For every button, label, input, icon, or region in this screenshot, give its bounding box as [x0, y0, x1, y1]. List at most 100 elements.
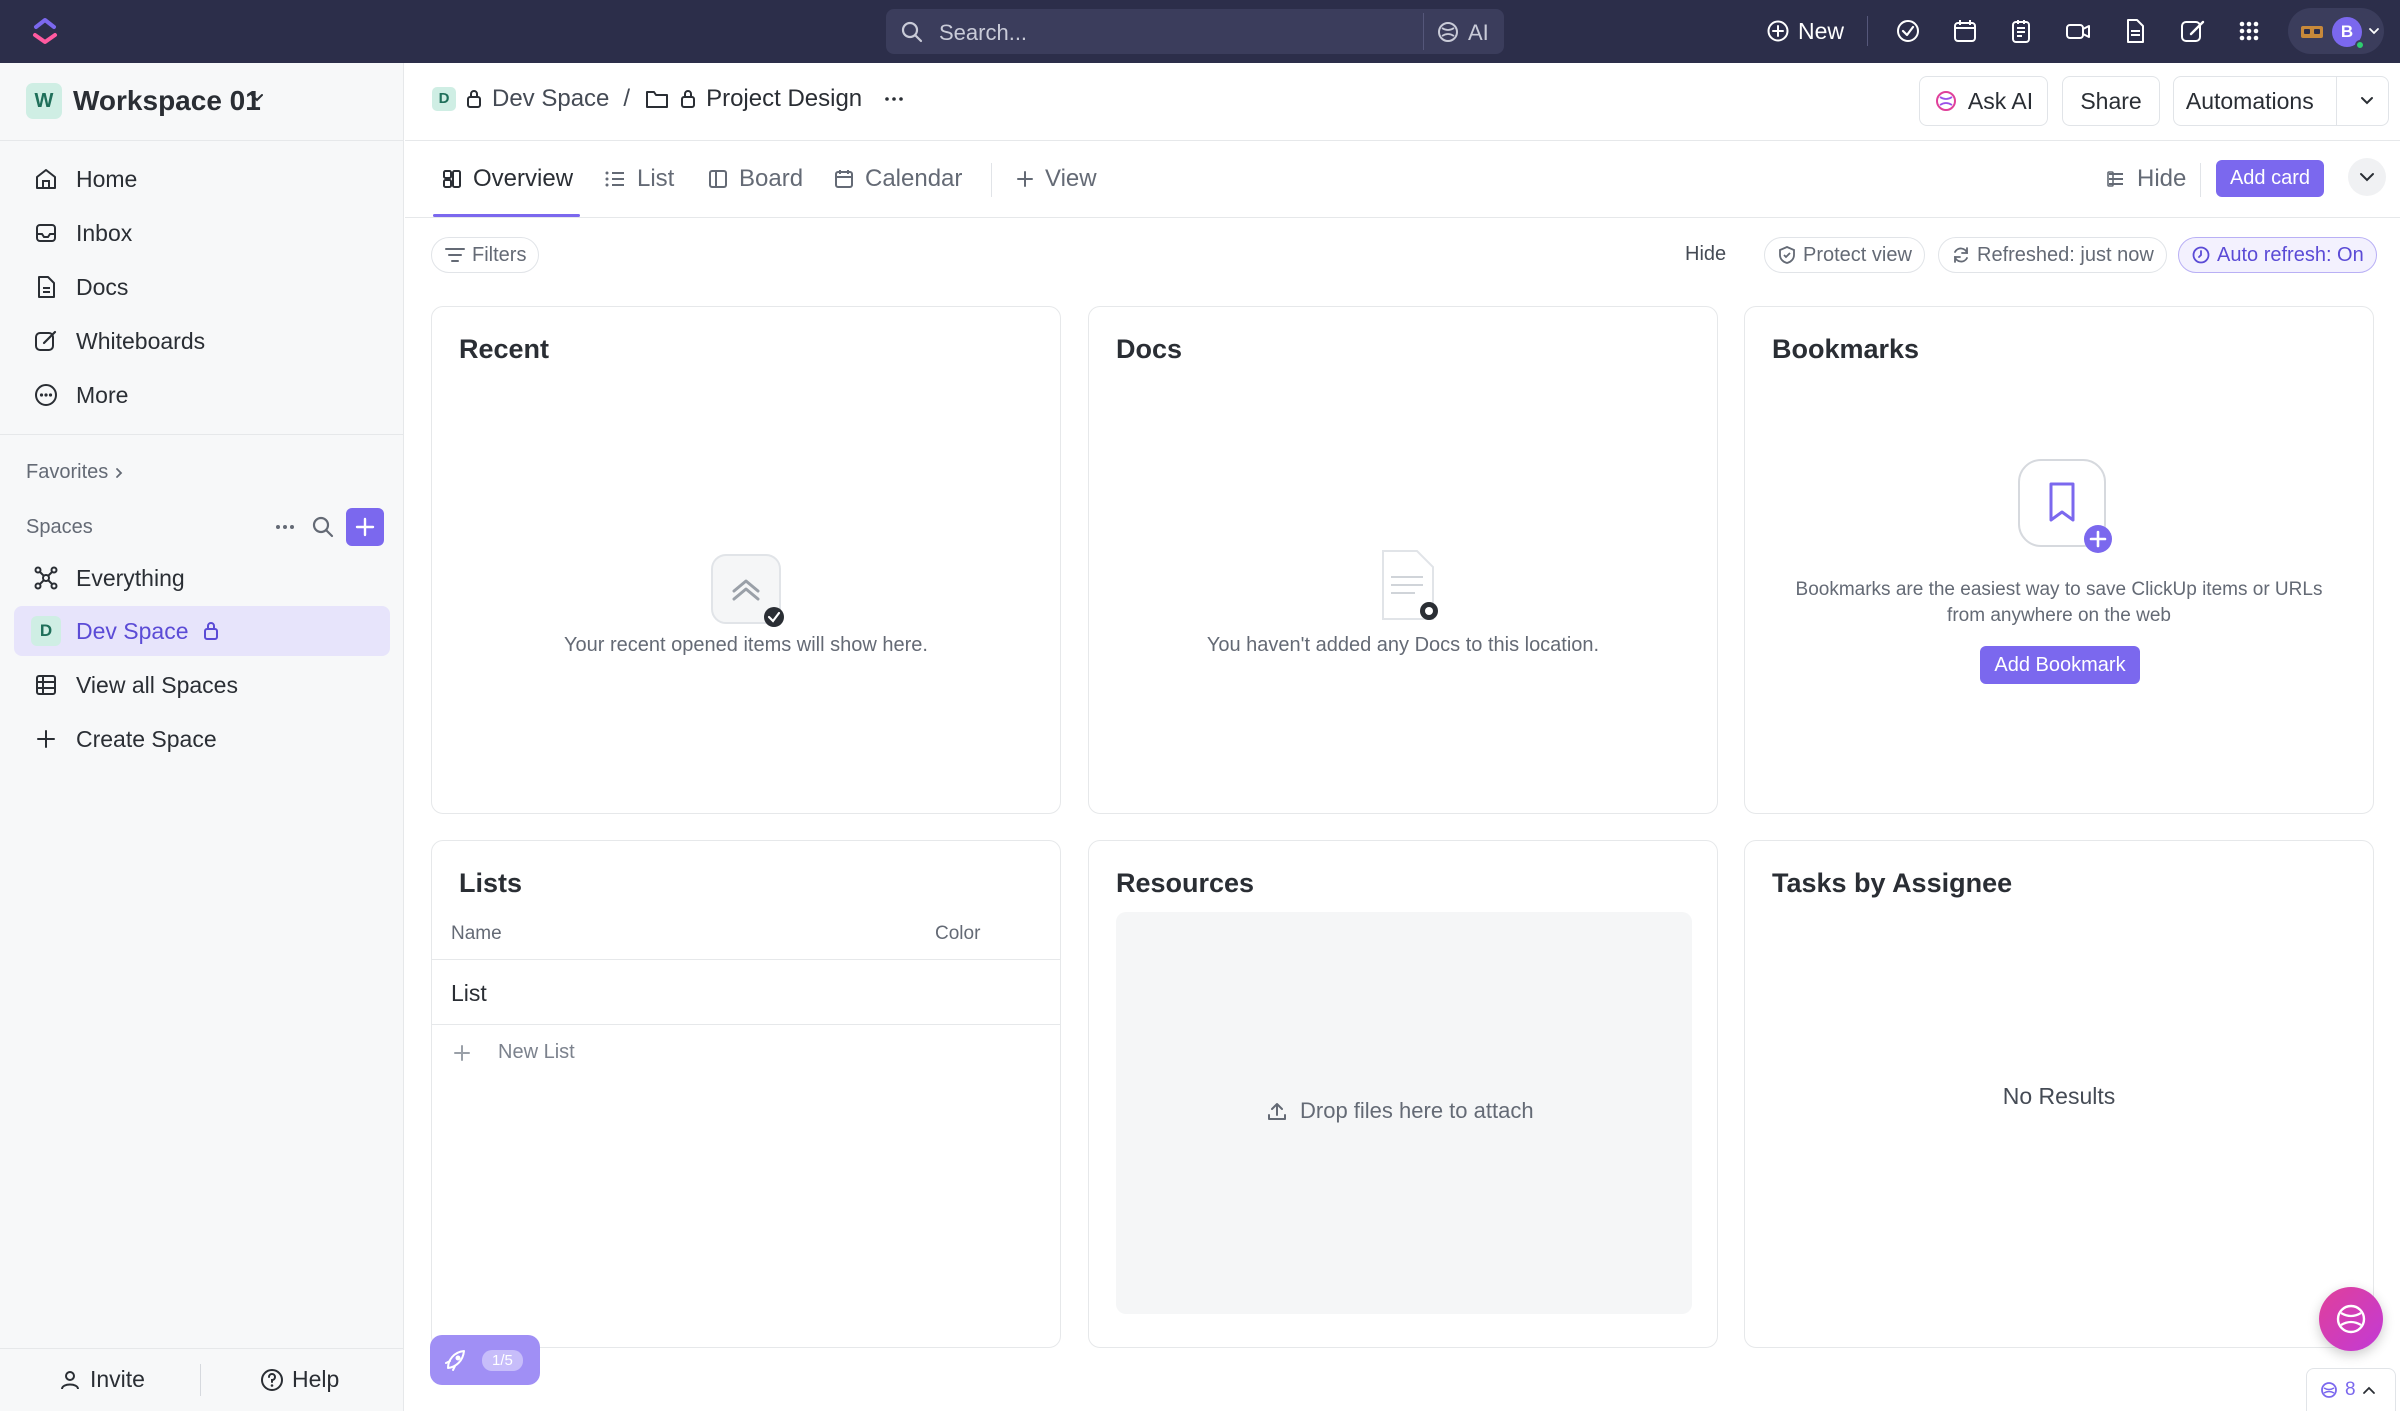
chevron-down-icon — [250, 93, 264, 103]
whiteboard-pen-icon[interactable] — [2178, 16, 2208, 46]
add-card-button[interactable]: Add card — [2216, 160, 2324, 197]
chevron-down-icon[interactable] — [2347, 95, 2389, 107]
tab-label: List — [637, 165, 675, 192]
hide-views-button[interactable]: Hide — [2105, 165, 2186, 193]
add-view-button[interactable]: View — [1015, 165, 1097, 193]
workspace-switcher[interactable]: W Workspace 01 — [0, 63, 404, 141]
sidebar-item-label: Everything — [76, 564, 185, 591]
doc-icon[interactable] — [2120, 16, 2150, 46]
sidebar-item-label: Docs — [76, 273, 129, 300]
workspace-emoji-icon — [2300, 24, 2324, 40]
share-button[interactable]: Share — [2062, 76, 2160, 126]
search-divider — [1423, 13, 1424, 50]
breadcrumb-folder[interactable]: Project Design — [706, 85, 862, 113]
invite-button[interactable]: Invite — [58, 1366, 145, 1393]
favorites-header[interactable]: Favorites — [26, 461, 124, 484]
tab-board[interactable]: Board — [707, 165, 803, 193]
hide-button[interactable]: Hide — [1685, 243, 1726, 266]
recent-card: Recent Your recent opened items will sho… — [431, 306, 1061, 814]
video-record-icon[interactable] — [2063, 16, 2093, 46]
protect-view-button[interactable]: Protect view — [1764, 237, 1925, 273]
breadcrumb-space[interactable]: Dev Space — [492, 85, 609, 113]
sidebar-item-everything[interactable]: Everything — [14, 553, 390, 603]
auto-refresh-toggle[interactable]: Auto refresh: On — [2178, 237, 2377, 273]
recent-empty-text: Your recent opened items will show here. — [564, 634, 928, 656]
help-button[interactable]: Help — [260, 1366, 339, 1393]
calendar-icon — [835, 170, 853, 188]
notepad-icon[interactable] — [2006, 16, 2036, 46]
filters-button[interactable]: Filters — [431, 237, 540, 273]
tab-label: Calendar — [865, 165, 963, 192]
add-space-button[interactable] — [346, 508, 384, 546]
sidebar-item-dev-space[interactable]: D Dev Space — [14, 606, 390, 656]
table-divider — [432, 1024, 1060, 1025]
search-icon[interactable] — [310, 514, 336, 540]
notifications-count: 8 — [2345, 1379, 2356, 1400]
table-row[interactable]: List — [432, 960, 1060, 1024]
calendar-icon[interactable] — [1950, 16, 1980, 46]
tab-divider — [991, 163, 992, 197]
card-title: Tasks by Assignee — [1772, 868, 2013, 898]
sidebar-item-create-space[interactable]: Create Space — [14, 714, 390, 764]
dev-space-badge: D — [31, 616, 61, 646]
sidebar-item-docs[interactable]: Docs — [14, 262, 390, 312]
plus-icon — [31, 726, 61, 752]
tab-divider — [2200, 163, 2201, 197]
bookmarks-card: Bookmarks Bookmarks are the easiest way … — [1744, 306, 2374, 814]
tab-label: Overview — [473, 165, 574, 192]
active-tab-indicator — [433, 214, 580, 217]
folder-icon — [644, 88, 670, 110]
sidebar-item-inbox[interactable]: Inbox — [14, 208, 390, 258]
plus-icon — [1017, 171, 1033, 187]
notifications-tray[interactable]: 8 — [2306, 1368, 2396, 1411]
search-placeholder[interactable]: Search... — [939, 20, 1027, 46]
ai-assistant-fab[interactable] — [2319, 1287, 2383, 1351]
tab-overview[interactable]: Overview — [441, 165, 573, 193]
more-views-button[interactable] — [2348, 158, 2386, 196]
clickup-logo-icon[interactable] — [28, 14, 62, 48]
sidebar-item-label: More — [76, 381, 129, 408]
docs-icon — [31, 274, 61, 300]
new-button[interactable]: New — [1756, 12, 1854, 50]
button-divider — [2335, 77, 2337, 125]
invite-label: Invite — [90, 1366, 145, 1392]
favorites-label: Favorites — [26, 461, 109, 483]
apps-grid-icon[interactable] — [2234, 16, 2264, 46]
sidebar-item-whiteboards[interactable]: Whiteboards — [14, 316, 390, 366]
search-bar[interactable]: Search... AI — [886, 9, 1504, 54]
sidebar-item-more[interactable]: More — [14, 370, 390, 420]
view-tabs: Overview List Board Calendar View Hide — [405, 141, 2400, 218]
upload-icon — [1268, 1103, 1286, 1120]
card-title: Lists — [459, 868, 523, 898]
ai-brain-icon[interactable] — [1436, 20, 1460, 44]
sidebar-item-view-all-spaces[interactable]: View all Spaces — [14, 660, 390, 710]
ask-ai-button[interactable]: Ask AI — [1919, 76, 2048, 126]
add-view-label: View — [1045, 165, 1097, 192]
new-list-label: New List — [498, 1041, 575, 1063]
more-icon — [31, 382, 61, 408]
docs-card: Docs You haven't added any Docs to this … — [1088, 306, 1718, 814]
more-horizontal-icon[interactable] — [272, 514, 298, 540]
ai-brain-icon — [1935, 91, 1956, 111]
bookmarks-empty-text-2: from anywhere on the web — [1947, 605, 2171, 626]
more-horizontal-icon[interactable] — [882, 87, 906, 111]
card-title: Recent — [459, 334, 550, 364]
new-list-button[interactable]: New List — [452, 1041, 575, 1064]
breadcrumb-bar: D Dev Space / Project Design Ask AI Shar… — [405, 63, 2400, 141]
task-check-icon[interactable] — [1893, 16, 1923, 46]
sidebar-divider — [0, 434, 404, 435]
sidebar-item-home[interactable]: Home — [14, 154, 390, 204]
sidebar-item-label: Create Space — [76, 725, 217, 752]
chevron-down-icon — [2360, 173, 2374, 182]
user-menu[interactable]: B — [2288, 8, 2384, 54]
ai-label[interactable]: AI — [1468, 20, 1489, 46]
file-dropzone[interactable]: Drop files here to attach — [1116, 912, 1692, 1314]
tab-list[interactable]: List — [603, 165, 674, 193]
hide-list-icon — [2107, 171, 2123, 187]
automations-button[interactable]: Automations — [2173, 76, 2389, 126]
refresh-button[interactable]: Refreshed: just now — [1938, 237, 2167, 273]
docs-empty-text: You haven't added any Docs to this locat… — [1206, 634, 1600, 656]
add-bookmark-button[interactable]: Add Bookmark — [1980, 646, 2140, 684]
tab-calendar[interactable]: Calendar — [833, 165, 962, 193]
onboarding-checklist-button[interactable]: 1/5 — [430, 1335, 540, 1385]
